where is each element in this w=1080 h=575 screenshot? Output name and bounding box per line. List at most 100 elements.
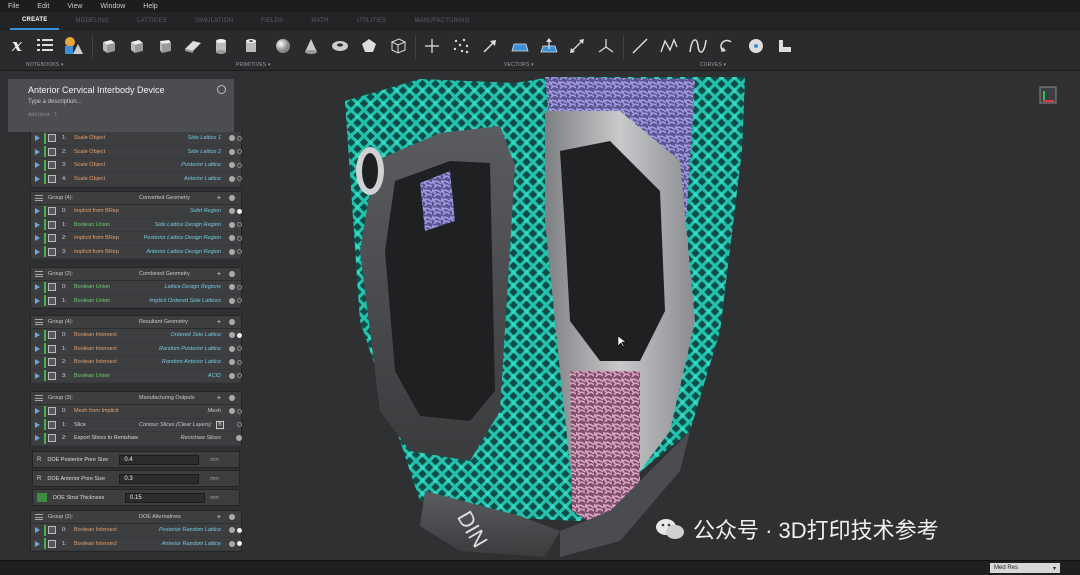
view-cube-icon[interactable] [1039,86,1057,104]
group-header[interactable]: Group (3): Manufacturing Outputs + [31,392,241,405]
link-icon[interactable] [217,85,226,94]
help-icon[interactable] [229,175,235,182]
export-icon[interactable]: B [216,420,224,429]
visibility-toggle[interactable] [237,422,242,428]
group-header[interactable]: Group (4): Resultant Geometry + [31,316,241,329]
list-item[interactable]: 1: Boolean Union Side Lattice Design Regio… [31,219,242,232]
expand-icon[interactable] [35,527,40,534]
list-icon[interactable] [34,35,56,57]
help-icon[interactable] [229,395,235,401]
expand-icon[interactable] [35,221,40,228]
visibility-toggle[interactable] [237,135,242,141]
list-item[interactable]: 2: Implicit from BRep Posterior Lattice De… [31,232,242,246]
expand-icon[interactable] [35,332,40,339]
help-icon[interactable] [229,235,235,242]
cone-icon[interactable] [300,35,322,57]
help-icon[interactable] [229,297,235,304]
tab-math[interactable]: MATH [299,14,340,29]
help-icon[interactable] [229,135,235,142]
expand-icon[interactable] [35,372,40,379]
menu-file[interactable]: File [8,3,19,10]
help-icon[interactable] [229,359,235,366]
notebook-title[interactable]: Anterior Cervical Interbody Device [28,85,165,95]
expand-icon[interactable] [35,297,40,304]
variable-icon[interactable]: x [6,35,28,57]
help-icon[interactable] [229,514,235,520]
anterior-pore-size-input[interactable]: 0.3 [119,473,200,484]
visibility-toggle[interactable] [237,541,242,547]
list-item[interactable]: 2: Export Slices to Renishaw Renishaw Slic… [31,432,242,446]
posterior-pore-size-input[interactable]: 0.4 [119,454,200,465]
group-header[interactable]: Group (2): DOE Alternatives + [31,511,241,524]
list-item[interactable]: 0: Boolean Union Lattice Design Regions [31,281,242,295]
help-icon[interactable] [229,408,235,415]
plane-normal-icon[interactable] [537,35,559,57]
add-icon[interactable]: + [217,395,221,402]
curves-label[interactable]: CURVES ▾ [700,62,726,68]
add-icon[interactable]: + [217,319,221,326]
menu-view[interactable]: View [67,3,82,10]
list-item[interactable]: 1: Slice Contour Slices (Clear Layers) B [31,419,242,432]
cube-icon[interactable] [98,35,120,57]
wedge-icon[interactable] [182,35,204,57]
tab-modeling[interactable]: MODELING [63,14,121,29]
tab-simulation[interactable]: SIMULATION [183,14,245,29]
polyline-icon[interactable] [658,35,680,57]
list-item[interactable]: 2: Boolean Intersect Random Anterior Latti… [31,356,242,370]
help-icon[interactable] [229,332,235,339]
visibility-toggle[interactable] [237,222,242,228]
visibility-toggle[interactable] [237,298,242,304]
help-icon[interactable] [229,345,235,352]
help-icon[interactable] [229,319,235,325]
list-item[interactable]: 0: Implicit from BRep Solid Region [31,205,242,219]
expand-icon[interactable] [35,359,40,366]
visibility-toggle[interactable] [237,359,242,365]
notebooks-label[interactable]: NOTEBOOKS ▾ [26,62,64,68]
visibility-toggle[interactable] [237,527,242,533]
vectors-label[interactable]: VECTORS ▾ [504,62,534,68]
list-item[interactable]: 3: Implicit from BRep Anterior Lattice Des… [31,246,242,259]
help-icon[interactable] [229,221,235,228]
help-icon[interactable] [229,527,235,534]
visibility-toggle[interactable] [237,162,242,168]
list-item[interactable]: 0: Boolean Intersect Posterior Random Latt… [31,524,242,538]
visibility-toggle[interactable] [237,249,242,255]
expand-icon[interactable] [35,135,40,142]
list-item[interactable]: 3: Scale Object Posterior Lattice [31,159,242,173]
point-icon[interactable] [421,35,443,57]
expand-icon[interactable] [35,408,40,415]
help-icon[interactable] [229,284,235,291]
sphere-icon[interactable] [272,35,294,57]
visibility-toggle[interactable] [237,346,242,352]
expand-icon[interactable] [35,421,40,428]
list-item[interactable]: 1: Boolean Intersect Anterior Random Latti… [31,538,242,551]
list-item[interactable]: 2: Scale Object Side Lattice 2 [31,146,242,159]
notebook-description[interactable]: Type a description... [28,99,82,105]
torus-icon[interactable] [329,35,351,57]
list-item[interactable]: 3: Boolean Union ACID [31,370,242,383]
tab-manufacturing[interactable]: MANUFACTURING [403,14,482,29]
list-item[interactable]: 4: Scale Object Anterior Lattice [31,173,242,186]
tab-create[interactable]: CREATE [10,13,60,30]
tube-icon[interactable] [240,35,262,57]
expand-icon[interactable] [35,208,40,215]
add-icon[interactable]: + [217,514,221,521]
list-item[interactable]: 1: Scale Object Side Lattice 1 [31,132,242,146]
list-item[interactable]: 1: Boolean Intersect Random Posterior Latt… [31,343,242,356]
visibility-toggle[interactable] [237,332,242,338]
circle-icon[interactable] [745,35,767,57]
visibility-toggle[interactable] [237,373,242,379]
resolution-dropdown[interactable]: Med Res ▾ [990,563,1060,573]
prism-icon[interactable] [154,35,176,57]
box-icon[interactable] [126,35,148,57]
help-icon[interactable] [229,148,235,155]
tab-lattices[interactable]: LATTICES [125,14,179,29]
visibility-toggle[interactable] [237,235,242,241]
wireframe-box-icon[interactable] [387,35,409,57]
primitives-label[interactable]: PRIMITIVES ▾ [236,62,271,68]
help-icon[interactable] [229,162,235,169]
group-header[interactable]: Group (2): Combined Geometry + [31,268,241,281]
help-icon[interactable] [229,271,235,277]
add-icon[interactable]: + [217,195,221,202]
measure-icon[interactable] [566,35,588,57]
